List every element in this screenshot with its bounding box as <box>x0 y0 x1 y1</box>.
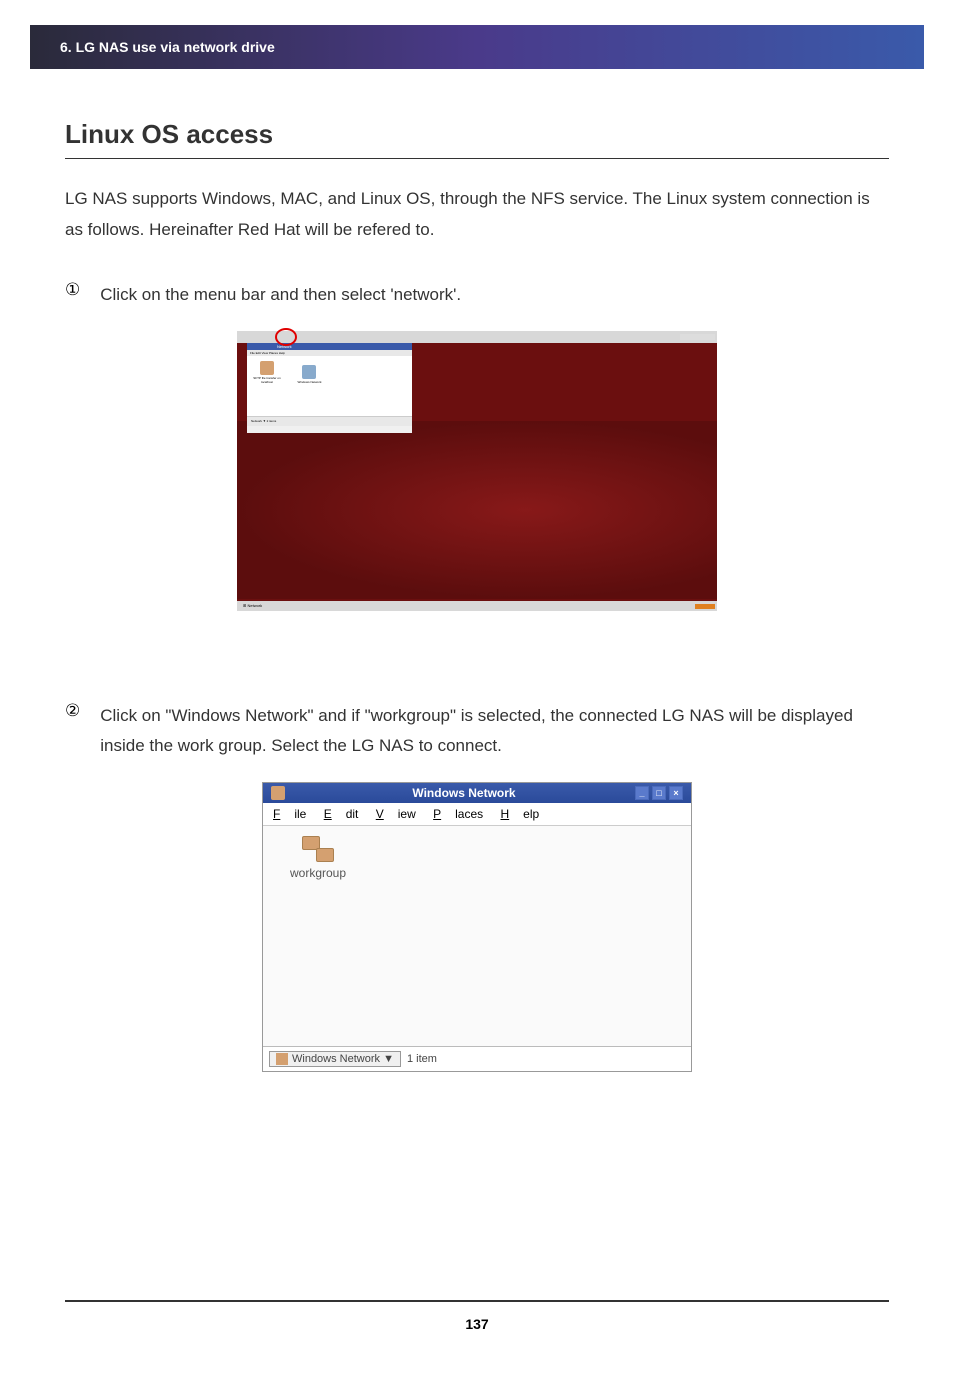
windows-network-icon: Windows Network <box>294 365 324 384</box>
chapter-header: 6. LG NAS use via network drive <box>30 25 924 69</box>
menu-places[interactable]: Places <box>433 807 483 821</box>
workgroup-icon <box>302 836 334 862</box>
section-title: Linux OS access <box>65 119 889 159</box>
window-menubar: File Edit View Places Help <box>263 803 691 826</box>
location-button[interactable]: Windows Network ▼ <box>269 1051 401 1067</box>
menu-help[interactable]: Help <box>501 807 540 821</box>
step-number: ① <box>65 280 80 311</box>
location-text: Windows Network ▼ <box>292 1053 394 1065</box>
window-body: workgroup <box>263 826 691 1046</box>
step-text: Click on the menu bar and then select 'n… <box>100 280 461 311</box>
desktop-bottombar: ⊞ Network <box>237 601 717 611</box>
desktop-topbar <box>237 331 717 343</box>
workgroup-label: workgroup <box>283 866 353 880</box>
network-icon <box>302 365 316 379</box>
sftp-label: SFTP file transfer on localhost <box>252 376 282 384</box>
step-1: ① Click on the menu bar and then select … <box>65 280 889 311</box>
screenshot-windows-network: Windows Network _ □ × File Edit View Pla… <box>262 782 692 1072</box>
maximize-button[interactable]: □ <box>652 786 666 800</box>
menu-edit[interactable]: Edit <box>324 807 359 821</box>
window-controls: _ □ × <box>635 786 683 800</box>
intro-paragraph: LG NAS supports Windows, MAC, and Linux … <box>65 184 889 245</box>
menu-file[interactable]: File <box>273 807 306 821</box>
sftp-icon: SFTP file transfer on localhost <box>252 361 282 384</box>
highlight-circle <box>275 328 297 346</box>
step-2: ② Click on "Windows Network" and if "wor… <box>65 701 889 762</box>
item-count: 1 item <box>407 1053 437 1065</box>
workgroup-item[interactable]: workgroup <box>283 836 353 880</box>
windows-network-label: Windows Network <box>294 380 324 384</box>
window-title: Windows Network <box>293 786 635 800</box>
window-statusbar: Windows Network ▼ 1 item <box>263 1046 691 1071</box>
desktop-background <box>237 421 717 599</box>
window-titlebar: Windows Network _ □ × <box>263 783 691 803</box>
page-content: Linux OS access LG NAS supports Windows,… <box>0 69 954 1072</box>
step-text: Click on "Windows Network" and if "workg… <box>100 701 889 762</box>
bottombar-text: ⊞ Network <box>243 603 262 608</box>
window-icon <box>271 786 285 800</box>
screenshot-linux-desktop: Network File Edit View Places Help SFTP … <box>237 331 717 611</box>
step-number: ② <box>65 701 80 762</box>
footer-divider <box>65 1300 889 1302</box>
folder-icon <box>260 361 274 375</box>
page-number: 137 <box>0 1316 954 1332</box>
file-window-status: Network ▼ 2 items <box>247 416 412 426</box>
minimize-button[interactable]: _ <box>635 786 649 800</box>
close-button[interactable]: × <box>669 786 683 800</box>
file-window-title: Network <box>247 343 412 350</box>
location-icon <box>276 1053 288 1065</box>
file-manager-window: Network File Edit View Places Help SFTP … <box>247 343 412 433</box>
topbar-right-indicator <box>680 334 715 340</box>
menu-view[interactable]: View <box>376 807 416 821</box>
bottombar-indicator <box>695 604 715 609</box>
file-window-body: SFTP file transfer on localhost Windows … <box>247 356 412 416</box>
computer-icon-2 <box>316 848 334 862</box>
